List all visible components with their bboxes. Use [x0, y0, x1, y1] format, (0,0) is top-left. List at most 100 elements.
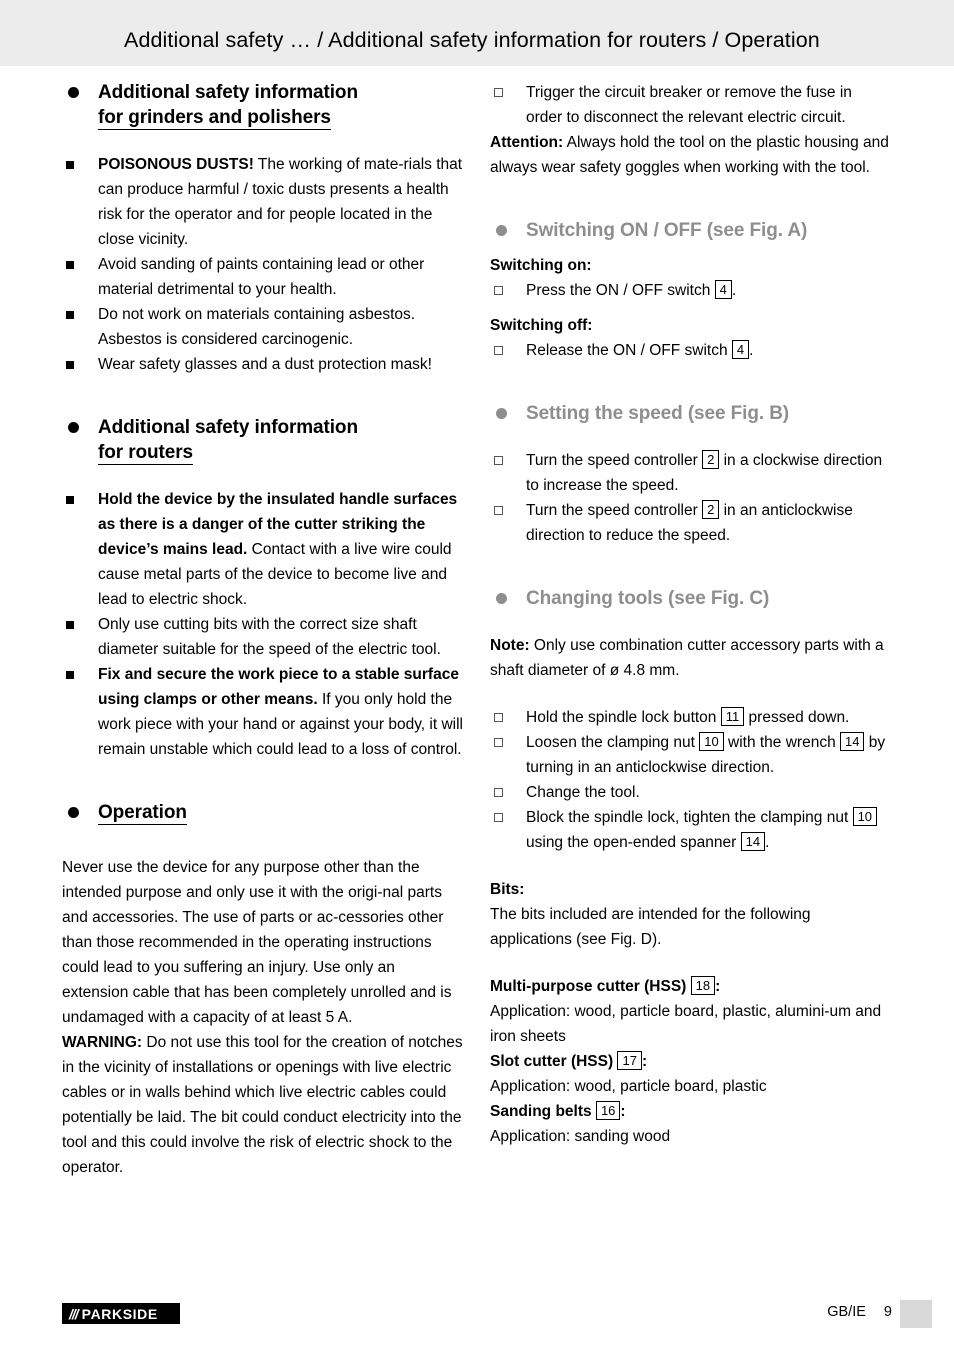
list-item-text: Change the tool. — [526, 784, 640, 801]
bit-entry-title-1: Slot cutter (HSS) 17: — [490, 1049, 892, 1074]
list-item-text: Trigger the circuit breaker or remove th… — [526, 84, 852, 126]
list-item-text-end: . — [765, 834, 770, 851]
switching-off-list: Release the ON / OFF switch 4. — [490, 338, 892, 363]
note-label: Note: — [490, 637, 530, 654]
list-item: Fix and secure the work piece to a stabl… — [62, 662, 464, 762]
section-operation-heading: Operation — [62, 800, 464, 825]
bit-entry-title-2: Sanding belts 16: — [490, 1099, 892, 1124]
list-item: Only use cutting bits with the correct s… — [62, 612, 464, 662]
list-item: Change the tool. — [490, 780, 892, 805]
grinders-list: POISONOUS DUSTS! The working of mate-ria… — [62, 152, 464, 377]
changing-note: Note: Only use combination cutter access… — [490, 633, 892, 683]
list-item-bold: POISONOUS DUSTS! — [98, 156, 254, 173]
list-item: Loosen the clamping nut 10 with the wren… — [490, 730, 892, 780]
bit-colon: : — [641, 1053, 648, 1070]
section-changing-heading: Changing tools (see Fig. C) — [490, 586, 892, 611]
reference-number: 2 — [702, 450, 720, 469]
list-item-text: Turn the speed controller — [526, 502, 698, 519]
list-item-text: Turn the speed controller — [526, 452, 698, 469]
switching-on-list: Press the ON / OFF switch 4. — [490, 278, 892, 303]
brand-logo: ///PARKSIDE — [62, 1303, 180, 1324]
bullet-dot-icon — [496, 408, 507, 419]
list-item-text: Release the ON / OFF switch — [526, 342, 728, 359]
routers-list: Hold the device by the insulated handle … — [62, 487, 464, 762]
heading-changing: Changing tools (see Fig. C) — [526, 588, 770, 609]
section-routers-heading: Additional safety information for router… — [62, 415, 464, 465]
bit-entry-application-0: Application: wood, particle board, plast… — [490, 1003, 882, 1045]
bit-title: Slot cutter (HSS) — [490, 1053, 614, 1070]
reference-number: 18 — [690, 976, 716, 995]
section-switching-heading: Switching ON / OFF (see Fig. A) — [490, 218, 892, 243]
list-item: Press the ON / OFF switch 4. — [490, 278, 892, 303]
list-item-text: Block the spindle lock, tighten the clam… — [526, 809, 849, 826]
footer-page-info: GB/IE 9 — [827, 1304, 892, 1320]
bit-entry-title-0: Multi-purpose cutter (HSS) 18: — [490, 974, 892, 999]
list-item-text: Do not work on materials containing asbe… — [98, 306, 416, 348]
bit-entry-application-1: Application: wood, particle board, plast… — [490, 1078, 767, 1095]
warning-text: Do not use this tool for the creation of… — [62, 1034, 463, 1176]
attention-label: Attention: — [490, 134, 564, 151]
list-item-text-end: pressed down. — [744, 709, 850, 726]
reference-number: 11 — [720, 707, 745, 726]
operation-warning: WARNING: Do not use this tool for the cr… — [62, 1030, 464, 1180]
section-speed-heading: Setting the speed (see Fig. B) — [490, 401, 892, 426]
heading-grinders: Additional safety information for grinde… — [98, 80, 464, 130]
bits-text: The bits included are intended for the f… — [490, 906, 811, 948]
list-item: Turn the speed controller 2 in a clockwi… — [490, 448, 892, 498]
footer-locale: GB/IE — [827, 1304, 866, 1320]
bit-colon: : — [620, 1103, 626, 1120]
list-item-text: Press the ON / OFF switch — [526, 282, 711, 299]
heading-operation-text: Operation — [98, 802, 187, 825]
list-item-text-end: . — [749, 342, 754, 359]
left-column: Additional safety information for grinde… — [62, 80, 464, 1180]
attention-paragraph: Attention: Always hold the tool on the p… — [490, 130, 892, 180]
footer-page-number: 9 — [883, 1304, 892, 1320]
operation-paragraph: Never use the device for any purpose oth… — [62, 859, 452, 1026]
list-item-text-end: . — [731, 282, 737, 299]
right-column: Trigger the circuit breaker or remove th… — [490, 80, 892, 1149]
warning-label: WARNING: — [62, 1034, 143, 1051]
heading-grinders-line1: Additional safety information — [98, 82, 358, 103]
list-item: Hold the device by the insulated handle … — [62, 487, 464, 612]
reference-number-2: 14 — [840, 732, 865, 751]
reference-number: 4 — [731, 340, 750, 359]
list-item: Block the spindle lock, tighten the clam… — [490, 805, 892, 855]
list-item: Release the ON / OFF switch 4. — [490, 338, 892, 363]
reference-number: 10 — [852, 807, 878, 826]
bullet-dot-icon — [496, 225, 507, 236]
reference-number: 17 — [617, 1051, 642, 1070]
heading-switching: Switching ON / OFF (see Fig. A) — [526, 220, 808, 241]
list-item-text: Loosen the clamping nut — [526, 734, 695, 751]
brand-slashes: /// — [69, 1305, 79, 1322]
reference-number: 10 — [699, 732, 724, 751]
list-item-text-mid: with the wrench — [723, 734, 836, 751]
reference-number: 4 — [714, 280, 732, 299]
section-grinders-heading: Additional safety information for grinde… — [62, 80, 464, 130]
speed-list: Turn the speed controller 2 in a clockwi… — [490, 448, 892, 548]
bullet-dot-icon — [496, 593, 507, 604]
switching-on-label: Switching on: — [490, 257, 592, 274]
list-item: Do not work on materials containing asbe… — [62, 302, 464, 352]
list-item: Wear safety glasses and a dust protectio… — [62, 352, 464, 377]
list-item-text-mid: using the open-ended spanner — [526, 834, 737, 851]
note-text: Only use combination cutter accessory pa… — [490, 637, 884, 679]
reference-number: 16 — [595, 1101, 621, 1120]
heading-routers: Additional safety information for router… — [98, 415, 464, 465]
bit-title: Sanding belts — [490, 1103, 592, 1120]
heading-speed: Setting the speed (see Fig. B) — [526, 403, 790, 424]
list-item-text: Avoid sanding of paints containing lead … — [98, 256, 425, 298]
bit-title: Multi-purpose cutter (HSS) — [490, 978, 687, 995]
list-item: Avoid sanding of paints containing lead … — [62, 252, 464, 302]
bullet-dot-icon — [68, 422, 79, 433]
bit-entry-application-2: Application: sanding wood — [490, 1128, 671, 1145]
reference-number: 2 — [702, 500, 720, 519]
reference-number-2: 14 — [740, 832, 766, 851]
page: Additional safety … / Additional safety … — [0, 0, 954, 1354]
list-item: Trigger the circuit breaker or remove th… — [490, 80, 892, 130]
bits-label: Bits: — [490, 881, 525, 898]
list-item: POISONOUS DUSTS! The working of mate-ria… — [62, 152, 464, 252]
heading-grinders-line2: for grinders and polishers — [98, 107, 331, 130]
brand-name: PARKSIDE — [81, 1305, 158, 1322]
bullet-dot-icon — [68, 87, 79, 98]
changing-list: Hold the spindle lock button 11 pressed … — [490, 705, 892, 855]
